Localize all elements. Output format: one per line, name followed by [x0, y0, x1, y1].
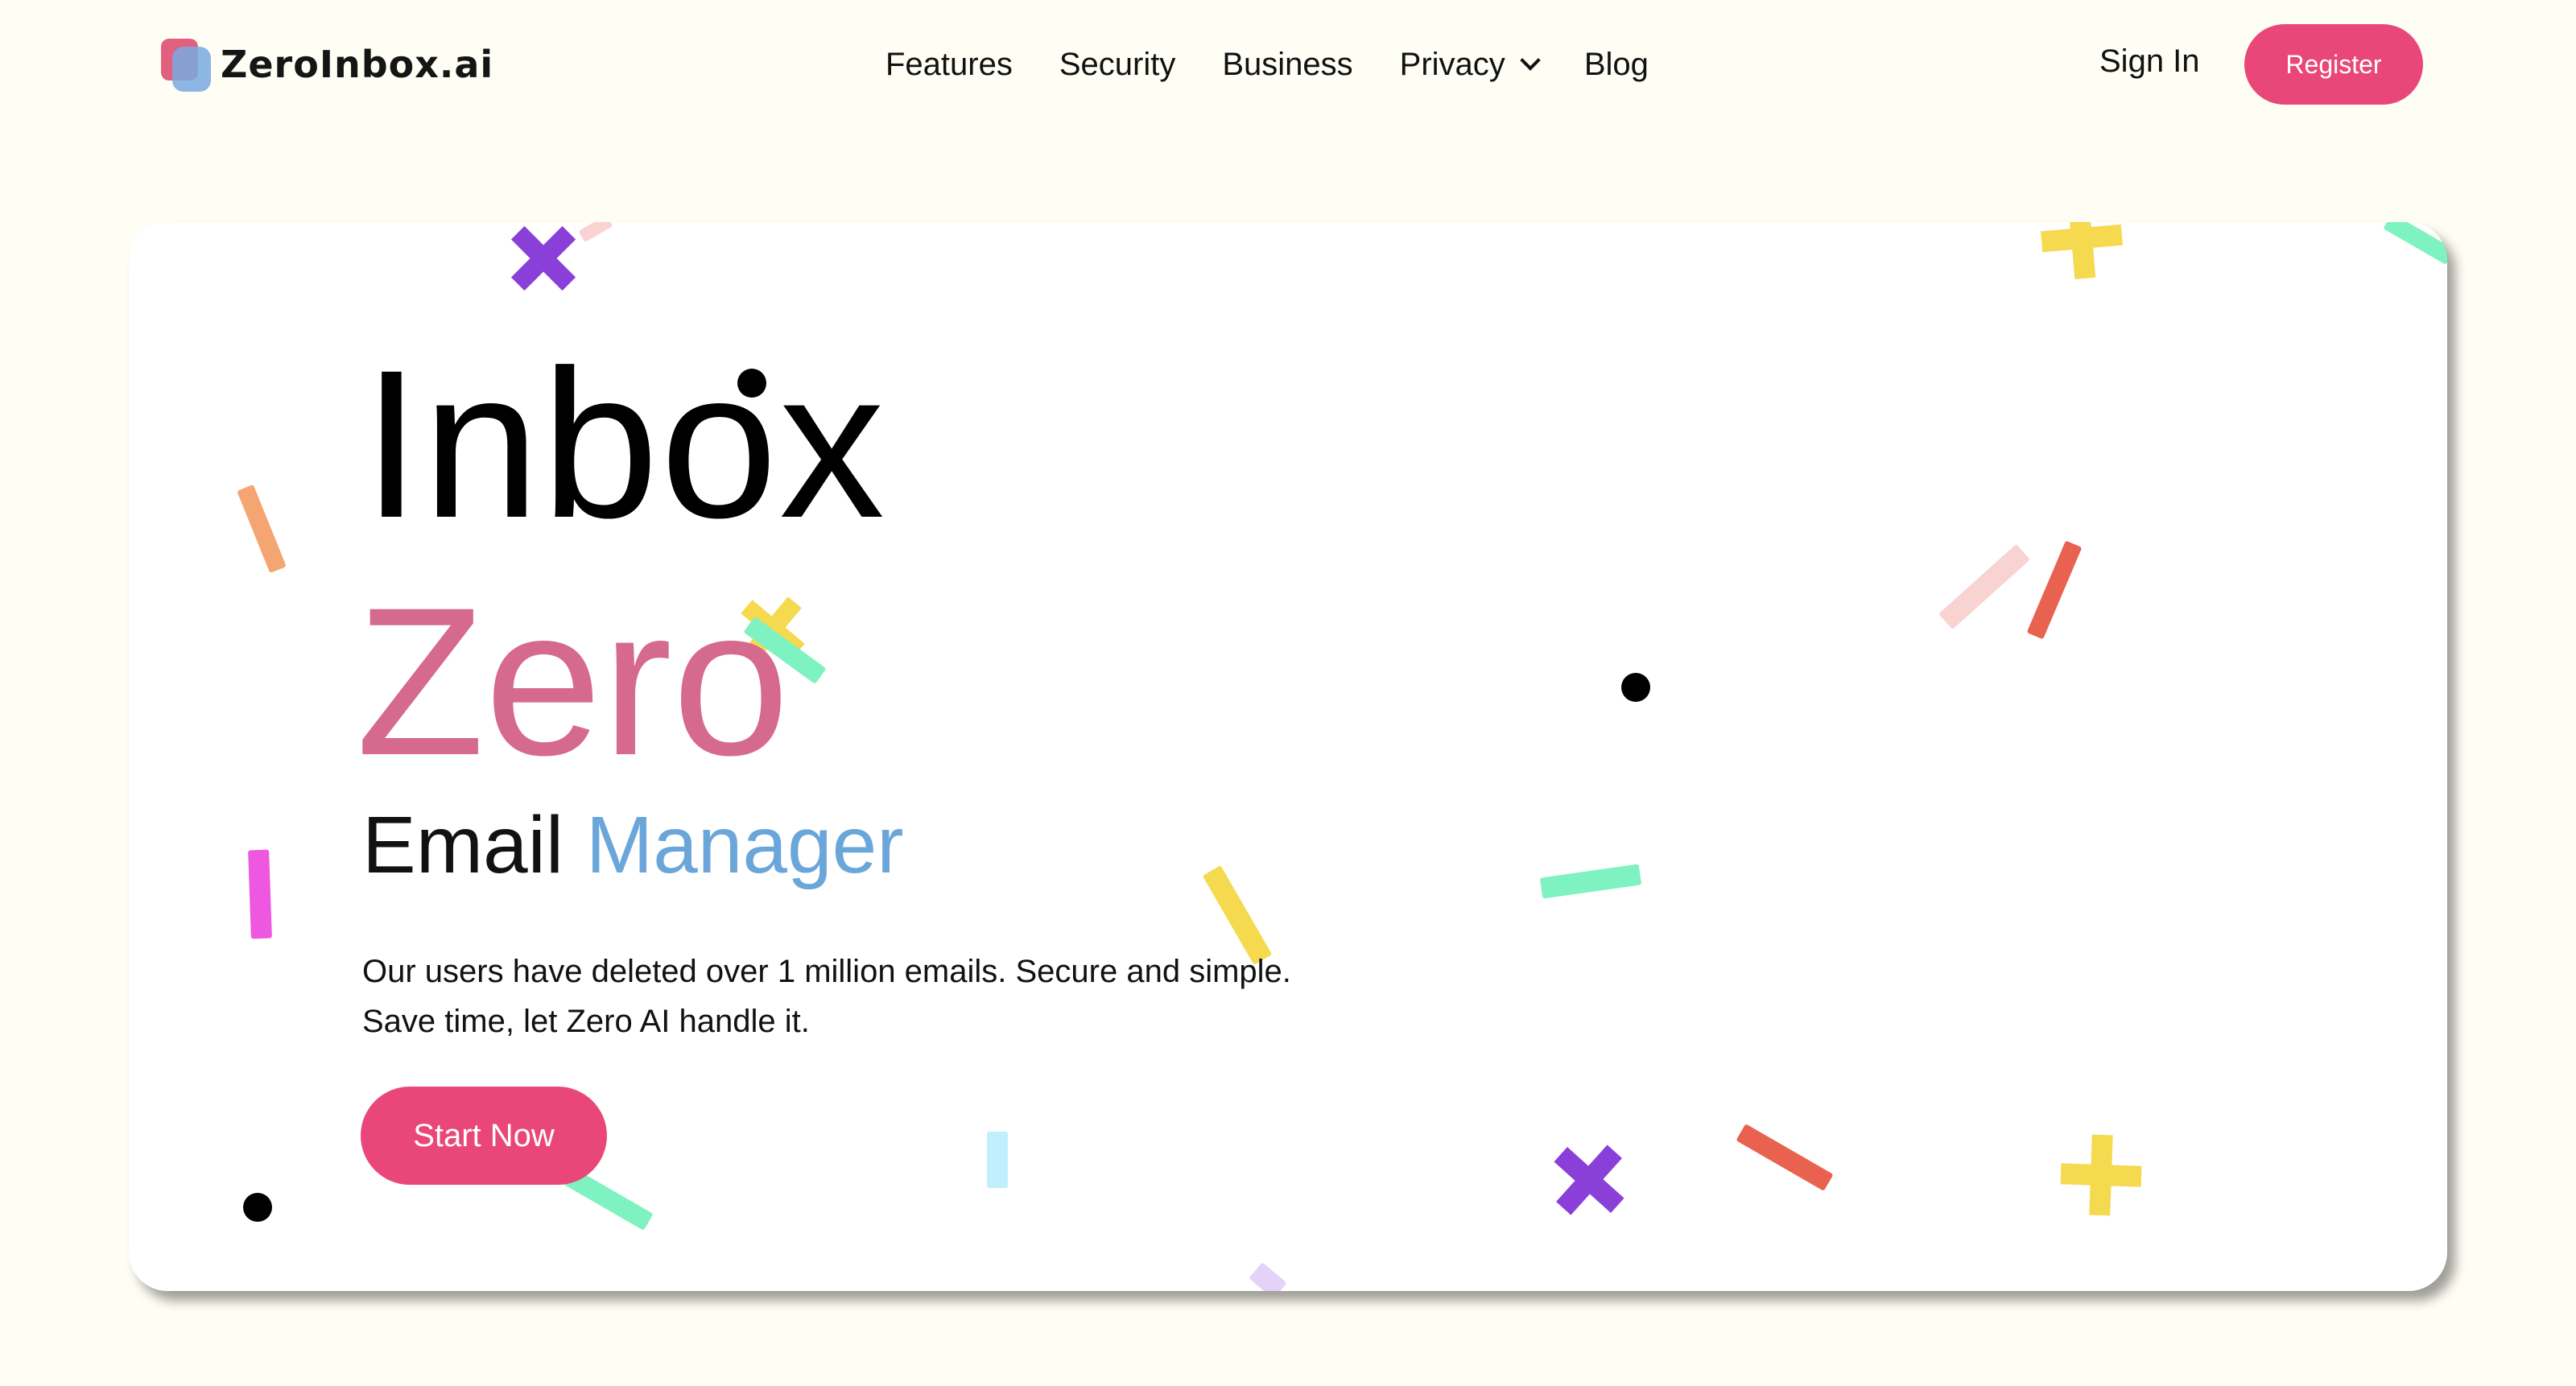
confetti-dot — [1621, 673, 1650, 702]
nav-blog[interactable]: Blog — [1584, 47, 1649, 83]
main-nav: Features Security Business Privacy Blog — [886, 40, 1695, 89]
nav-security-label: Security — [1059, 46, 1176, 82]
hero-subtitle-manager: Manager — [585, 800, 904, 890]
chevron-down-icon — [1520, 50, 1541, 71]
nav-features-label: Features — [886, 46, 1013, 82]
logo-icon — [159, 34, 214, 95]
hero-description-line: Save time, let Zero AI handle it. — [362, 1004, 810, 1039]
brand-logo[interactable]: ZeroInbox.ai — [159, 32, 493, 97]
start-now-button[interactable]: Start Now — [361, 1087, 607, 1185]
confetti-bar — [237, 484, 287, 574]
register-button[interactable]: Register — [2244, 24, 2423, 105]
confetti-bar — [1938, 543, 2031, 630]
confetti-bar — [578, 222, 613, 242]
hero-description-line: Our users have deleted over 1 million em… — [362, 954, 1291, 989]
nav-business-label: Business — [1222, 46, 1353, 82]
hero-title-zero: Zero — [356, 563, 790, 799]
confetti-bar — [2383, 222, 2447, 266]
confetti-cross — [492, 222, 594, 310]
hero-card: Inbox Zero Email Manager Our users have … — [129, 222, 2447, 1291]
confetti-dot — [243, 1193, 272, 1222]
confetti-bar — [987, 1132, 1008, 1188]
confetti-cross — [1535, 1126, 1643, 1234]
nav-security[interactable]: Security — [1059, 47, 1176, 83]
site-header: ZeroInbox.ai Features Security Business … — [0, 0, 2576, 129]
confetti-bar — [1249, 1262, 1287, 1291]
hero-subtitle: Email Manager — [362, 805, 904, 885]
sign-in-link[interactable]: Sign In — [2099, 43, 2200, 80]
confetti-cross — [2038, 222, 2125, 282]
nav-privacy-dropdown[interactable]: Privacy — [1399, 46, 1541, 83]
hero-subtitle-email: Email — [362, 800, 564, 890]
nav-blog-label: Blog — [1583, 46, 1649, 82]
hero-title-inbox: Inbox — [362, 326, 886, 562]
confetti-bar — [2026, 540, 2083, 640]
confetti-bar — [1736, 1124, 1834, 1191]
hero-description: Our users have deleted over 1 million em… — [362, 947, 1291, 1046]
brand-name: ZeroInbox.ai — [221, 43, 494, 86]
confetti-cross — [2059, 1133, 2142, 1216]
confetti-bar — [1539, 864, 1642, 899]
confetti-bar — [248, 849, 272, 939]
nav-privacy-label: Privacy — [1399, 46, 1505, 82]
nav-features[interactable]: Features — [886, 47, 1013, 83]
nav-business[interactable]: Business — [1222, 47, 1352, 83]
